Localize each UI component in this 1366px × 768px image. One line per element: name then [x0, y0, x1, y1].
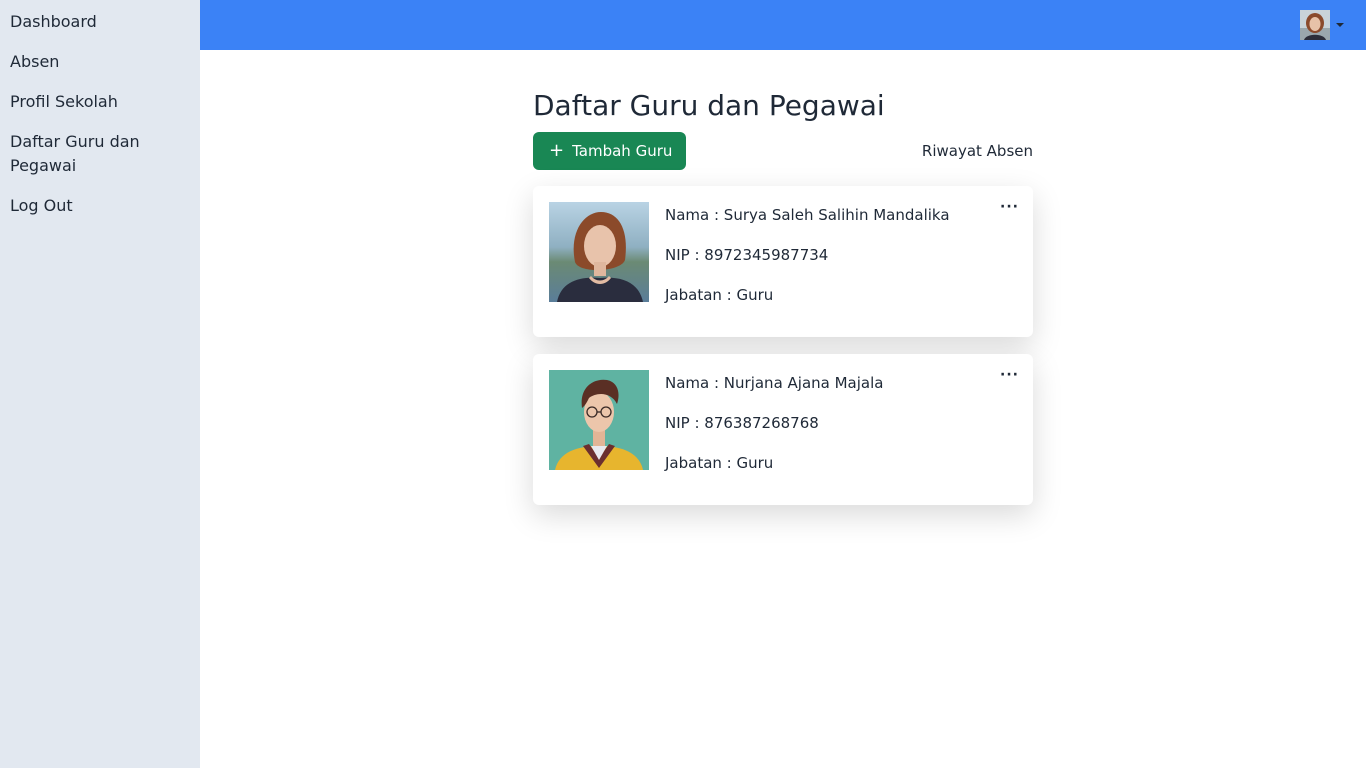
- toolbar: + Tambah Guru Riwayat Absen: [533, 132, 1033, 170]
- sidebar-item-daftar-guru[interactable]: Daftar Guru dan Pegawai: [0, 130, 200, 178]
- user-menu-toggle[interactable]: [1300, 10, 1344, 40]
- teacher-card: Nama : Surya Saleh Salihin Mandalika NIP…: [533, 186, 1033, 337]
- teacher-nip: NIP : 876387268768: [665, 414, 819, 432]
- sidebar-item-dashboard[interactable]: Dashboard: [0, 10, 200, 34]
- teacher-name: Nama : Nurjana Ajana Majala: [665, 374, 884, 392]
- teacher-nip: NIP : 8972345987734: [665, 246, 829, 264]
- main-content: Daftar Guru dan Pegawai + Tambah Guru Ri…: [533, 88, 1033, 505]
- teacher-position: Jabatan : Guru: [665, 286, 774, 304]
- teacher-name: Nama : Surya Saleh Salihin Mandalika: [665, 206, 950, 224]
- teacher-info: Nama : Surya Saleh Salihin Mandalika NIP…: [665, 202, 950, 321]
- top-navbar: [200, 0, 1366, 50]
- sidebar-item-profil-sekolah[interactable]: Profil Sekolah: [0, 90, 200, 114]
- sidebar: Dashboard Absen Profil Sekolah Daftar Gu…: [0, 0, 200, 768]
- teacher-info: Nama : Nurjana Ajana Majala NIP : 876387…: [665, 370, 883, 489]
- chevron-down-icon[interactable]: [1336, 23, 1344, 27]
- attendance-history-link[interactable]: Riwayat Absen: [922, 142, 1033, 160]
- teacher-position: Jabatan : Guru: [665, 454, 774, 472]
- add-teacher-label: Tambah Guru: [572, 142, 673, 160]
- teacher-photo: [549, 370, 649, 470]
- page-title: Daftar Guru dan Pegawai: [533, 89, 885, 122]
- user-avatar-icon[interactable]: [1300, 10, 1330, 40]
- teacher-card: Nama : Nurjana Ajana Majala NIP : 876387…: [533, 354, 1033, 505]
- add-teacher-button[interactable]: + Tambah Guru: [533, 132, 687, 170]
- teacher-photo: [549, 202, 649, 302]
- more-options-icon[interactable]: ···: [1000, 368, 1019, 382]
- sidebar-item-log-out[interactable]: Log Out: [0, 194, 200, 218]
- sidebar-nav: Dashboard Absen Profil Sekolah Daftar Gu…: [0, 0, 200, 218]
- teacher-list: Nama : Surya Saleh Salihin Mandalika NIP…: [533, 186, 1033, 505]
- plus-icon: +: [549, 140, 565, 161]
- more-options-icon[interactable]: ···: [1000, 200, 1019, 214]
- sidebar-item-absen[interactable]: Absen: [0, 50, 200, 74]
